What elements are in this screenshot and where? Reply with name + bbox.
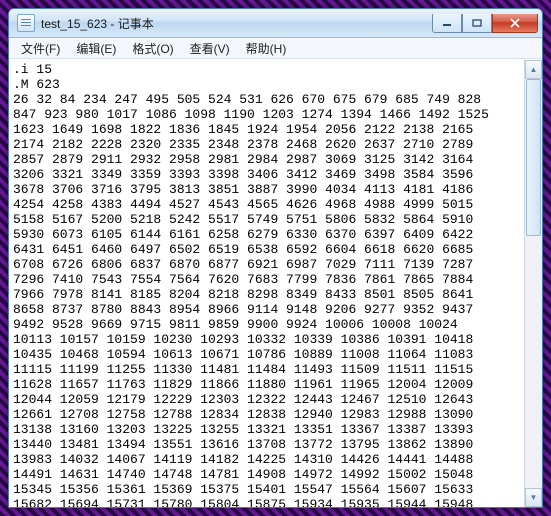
menu-help[interactable]: 帮助(H) <box>238 39 295 58</box>
menu-edit[interactable]: 编辑(E) <box>68 39 124 58</box>
title-bar[interactable]: test_15_623 - 记事本 <box>9 9 542 38</box>
maximize-button[interactable] <box>462 14 492 33</box>
menu-format[interactable]: 格式(O) <box>124 39 181 58</box>
text-area[interactable]: .i 15 .M 623 26 32 84 234 247 495 505 52… <box>9 60 524 507</box>
window-title: test_15_623 - 记事本 <box>41 15 154 32</box>
menu-bar: 文件(F) 编辑(E) 格式(O) 查看(V) 帮助(H) <box>9 38 542 59</box>
menu-file[interactable]: 文件(F) <box>13 39 68 58</box>
minimize-icon <box>442 19 452 27</box>
minimize-button[interactable] <box>432 14 462 33</box>
notepad-icon <box>17 14 35 32</box>
window-buttons <box>432 14 538 33</box>
scroll-thumb[interactable] <box>526 79 541 236</box>
close-button[interactable] <box>492 14 538 33</box>
app-window: test_15_623 - 记事本 文件(F) 编辑(E) 格式(O) 查看(V… <box>8 8 543 508</box>
scroll-up-button[interactable]: ▲ <box>525 60 542 79</box>
maximize-icon <box>472 19 482 27</box>
scroll-track[interactable] <box>525 79 542 488</box>
client-area: .i 15 .M 623 26 32 84 234 247 495 505 52… <box>9 59 542 507</box>
close-icon <box>509 18 521 28</box>
scroll-down-button[interactable]: ▼ <box>525 488 542 507</box>
vertical-scrollbar[interactable]: ▲ ▼ <box>524 60 542 507</box>
menu-view[interactable]: 查看(V) <box>182 39 238 58</box>
